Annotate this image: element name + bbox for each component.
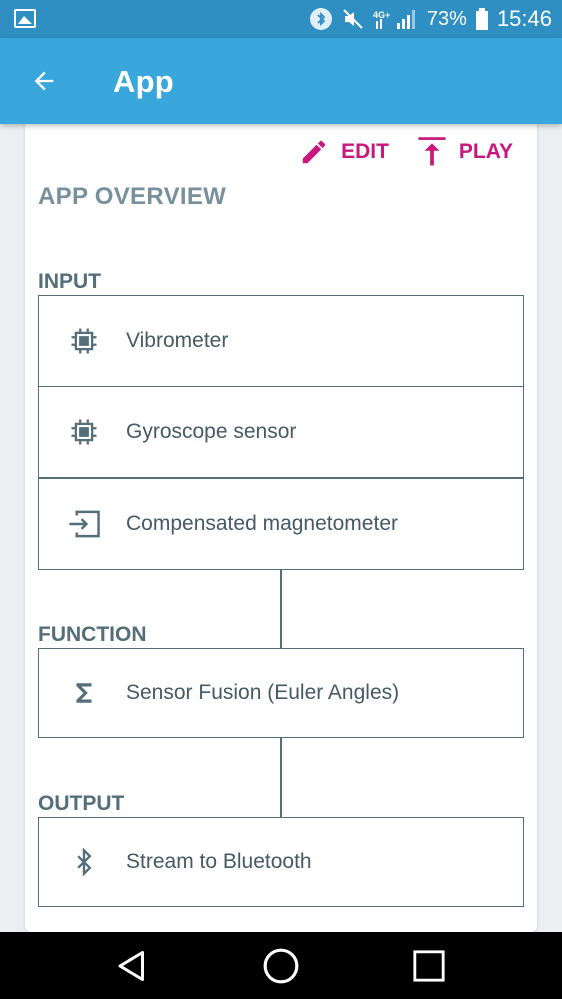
input-item-magnetometer[interactable]: Compensated magnetometer xyxy=(38,478,524,570)
gallery-notification-icon xyxy=(14,9,36,28)
sigma-icon xyxy=(67,676,101,710)
list-item-label: Compensated magnetometer xyxy=(126,512,398,535)
function-section-label: FUNCTION xyxy=(38,623,147,646)
network-badge: 4G+ xyxy=(373,10,390,20)
battery-icon xyxy=(475,7,489,31)
play-label: PLAY xyxy=(458,140,513,163)
flow-connector xyxy=(280,738,282,817)
input-arrow-icon xyxy=(67,507,101,541)
input-item-gyroscope[interactable]: Gyroscope sensor xyxy=(38,386,524,478)
signal-icon: 4G+ xyxy=(373,7,419,31)
navigation-bar xyxy=(0,932,562,999)
edit-label: EDIT xyxy=(341,140,389,163)
overview-title: APP OVERVIEW xyxy=(38,183,227,210)
clock: 15:46 xyxy=(496,6,552,31)
bluetooth-icon xyxy=(67,845,101,879)
page-title: App xyxy=(113,64,174,99)
app-overview-card: EDIT PLAY APP OVERVIEW INPUT Vibrometer … xyxy=(25,118,537,932)
square-recents-icon xyxy=(413,949,445,982)
status-indicators: 4G+ 73% 15:46 xyxy=(309,0,552,38)
list-item-label: Gyroscope sensor xyxy=(126,420,297,443)
function-item-sensor-fusion[interactable]: Sensor Fusion (Euler Angles) xyxy=(38,648,524,738)
app-bar: App xyxy=(0,38,562,124)
list-item-label: Sensor Fusion (Euler Angles) xyxy=(126,681,400,704)
edit-button[interactable]: EDIT xyxy=(299,132,389,172)
input-section-label: INPUT xyxy=(38,270,101,293)
status-bar: 4G+ 73% 15:46 xyxy=(0,0,562,38)
circle-home-icon xyxy=(263,948,299,983)
list-item-label: Stream to Bluetooth xyxy=(126,850,312,873)
mute-icon xyxy=(341,7,365,31)
nav-recents-button[interactable] xyxy=(389,932,469,999)
triangle-back-icon xyxy=(118,950,144,981)
output-section-label: OUTPUT xyxy=(38,792,125,815)
flow-connector xyxy=(280,569,282,648)
card-actions: EDIT PLAY xyxy=(299,132,513,172)
input-item-vibrometer[interactable]: Vibrometer xyxy=(38,295,524,387)
back-button[interactable] xyxy=(26,63,62,99)
nav-back-button[interactable] xyxy=(92,932,172,999)
list-item-label: Vibrometer xyxy=(126,329,229,352)
upload-arrow-icon xyxy=(418,137,446,166)
chip-icon xyxy=(67,415,101,449)
chip-icon xyxy=(67,324,101,358)
pencil-icon xyxy=(302,140,326,164)
play-button[interactable]: PLAY xyxy=(417,132,513,172)
arrow-back-icon xyxy=(34,71,54,91)
bluetooth-status-icon xyxy=(309,7,333,31)
nav-home-button[interactable] xyxy=(241,932,321,999)
battery-percent: 73% xyxy=(426,7,467,30)
output-item-bluetooth[interactable]: Stream to Bluetooth xyxy=(38,817,524,907)
